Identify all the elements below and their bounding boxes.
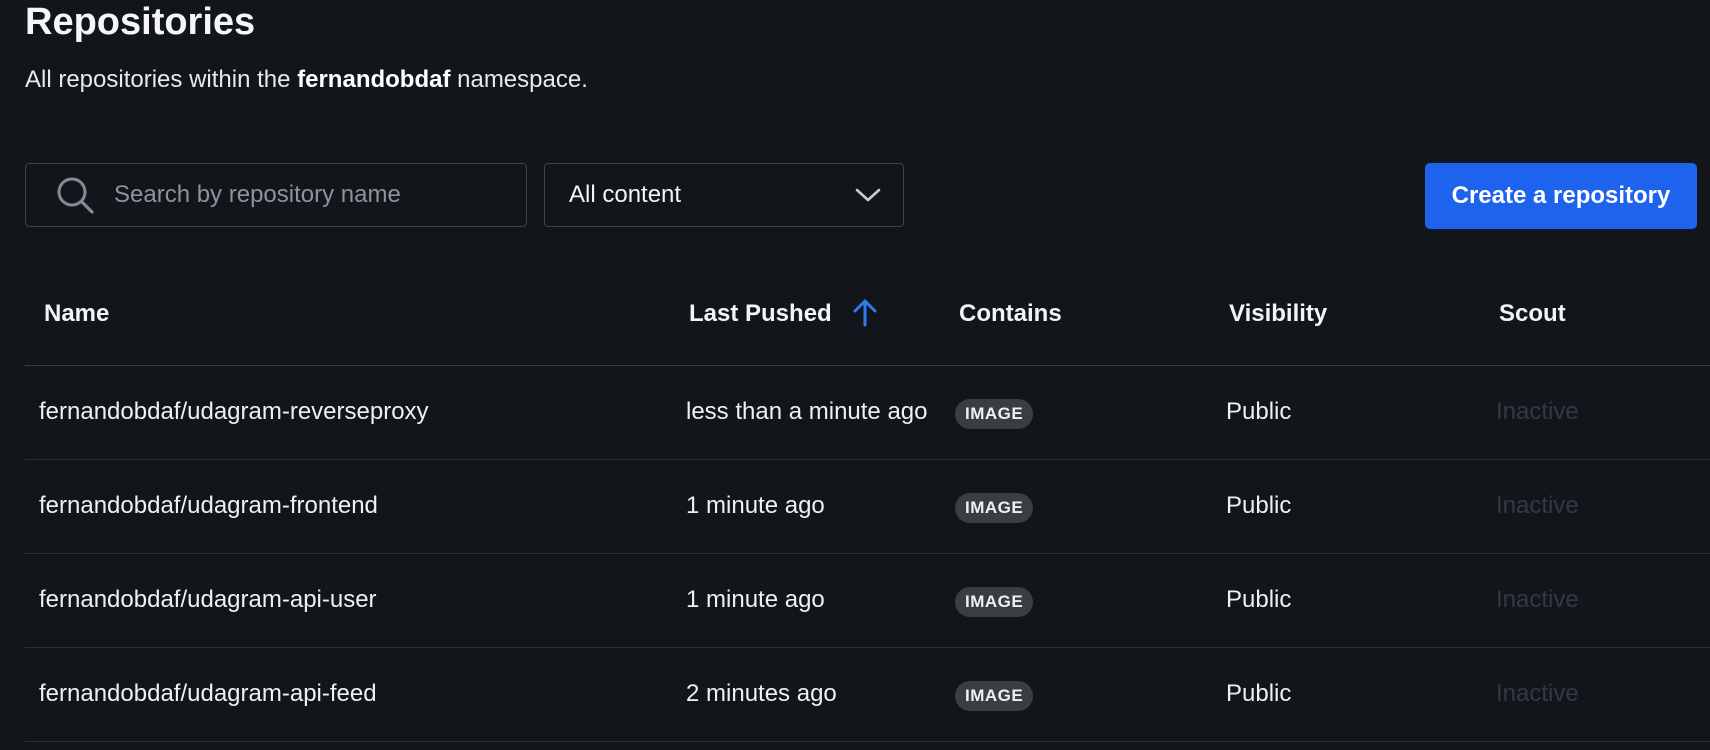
column-header-last-pushed[interactable]: Last Pushed — [689, 300, 832, 328]
scout-status: Inactive — [1496, 586, 1579, 613]
subtitle-prefix: All repositories within the — [25, 66, 298, 93]
chevron-down-icon — [855, 188, 881, 202]
content-type-badge: IMAGE — [955, 399, 1034, 429]
last-pushed-value: 1 minute ago — [686, 492, 825, 519]
last-pushed-value: 1 minute ago — [686, 586, 825, 613]
page-title: Repositories — [25, 1, 256, 43]
search-box[interactable] — [25, 163, 527, 227]
repositories-table: Name Last Pushed Contains Visibility Sco… — [25, 270, 1710, 742]
page-subtitle: All repositories within the fernandobdaf… — [25, 66, 588, 94]
content-filter-value: All content — [569, 181, 682, 208]
repository-name-link[interactable]: fernandobdaf/udagram-api-feed — [39, 680, 377, 708]
table-row[interactable]: fernandobdaf/udagram-frontend 1 minute a… — [25, 460, 1710, 554]
column-header-name[interactable]: Name — [44, 300, 109, 328]
content-filter-select[interactable]: All content — [544, 163, 904, 227]
scout-status: Inactive — [1496, 492, 1579, 519]
repository-name-link[interactable]: fernandobdaf/udagram-reverseproxy — [39, 398, 429, 426]
repository-name-link[interactable]: fernandobdaf/udagram-frontend — [39, 492, 378, 520]
content-type-badge: IMAGE — [955, 681, 1034, 711]
create-repository-button[interactable]: Create a repository — [1425, 163, 1697, 229]
last-pushed-value: 2 minutes ago — [686, 680, 837, 707]
search-icon — [57, 177, 94, 214]
scout-status: Inactive — [1496, 680, 1579, 707]
visibility-value: Public — [1226, 398, 1292, 425]
subtitle-suffix: namespace. — [450, 66, 588, 93]
content-type-badge: IMAGE — [955, 493, 1034, 523]
column-header-contains[interactable]: Contains — [959, 300, 1062, 328]
table-row[interactable]: fernandobdaf/udagram-api-feed 2 minutes … — [25, 648, 1710, 742]
content-type-badge: IMAGE — [955, 587, 1034, 617]
table-row[interactable]: fernandobdaf/udagram-reverseproxy less t… — [25, 366, 1710, 460]
repository-name-link[interactable]: fernandobdaf/udagram-api-user — [39, 586, 377, 614]
visibility-value: Public — [1226, 586, 1292, 613]
column-header-visibility[interactable]: Visibility — [1229, 300, 1327, 328]
namespace-name: fernandobdaf — [297, 66, 451, 93]
table-header: Name Last Pushed Contains Visibility Sco… — [25, 270, 1710, 366]
visibility-value: Public — [1226, 680, 1292, 707]
arrow-up-icon[interactable] — [850, 298, 880, 328]
table-row[interactable]: fernandobdaf/udagram-api-user 1 minute a… — [25, 554, 1710, 648]
scout-status: Inactive — [1496, 398, 1579, 425]
last-pushed-value: less than a minute ago — [686, 398, 928, 425]
visibility-value: Public — [1226, 492, 1292, 519]
column-header-scout[interactable]: Scout — [1499, 300, 1566, 328]
repositories-page: Repositories All repositories within the… — [0, 0, 1710, 750]
search-input[interactable] — [114, 181, 494, 209]
